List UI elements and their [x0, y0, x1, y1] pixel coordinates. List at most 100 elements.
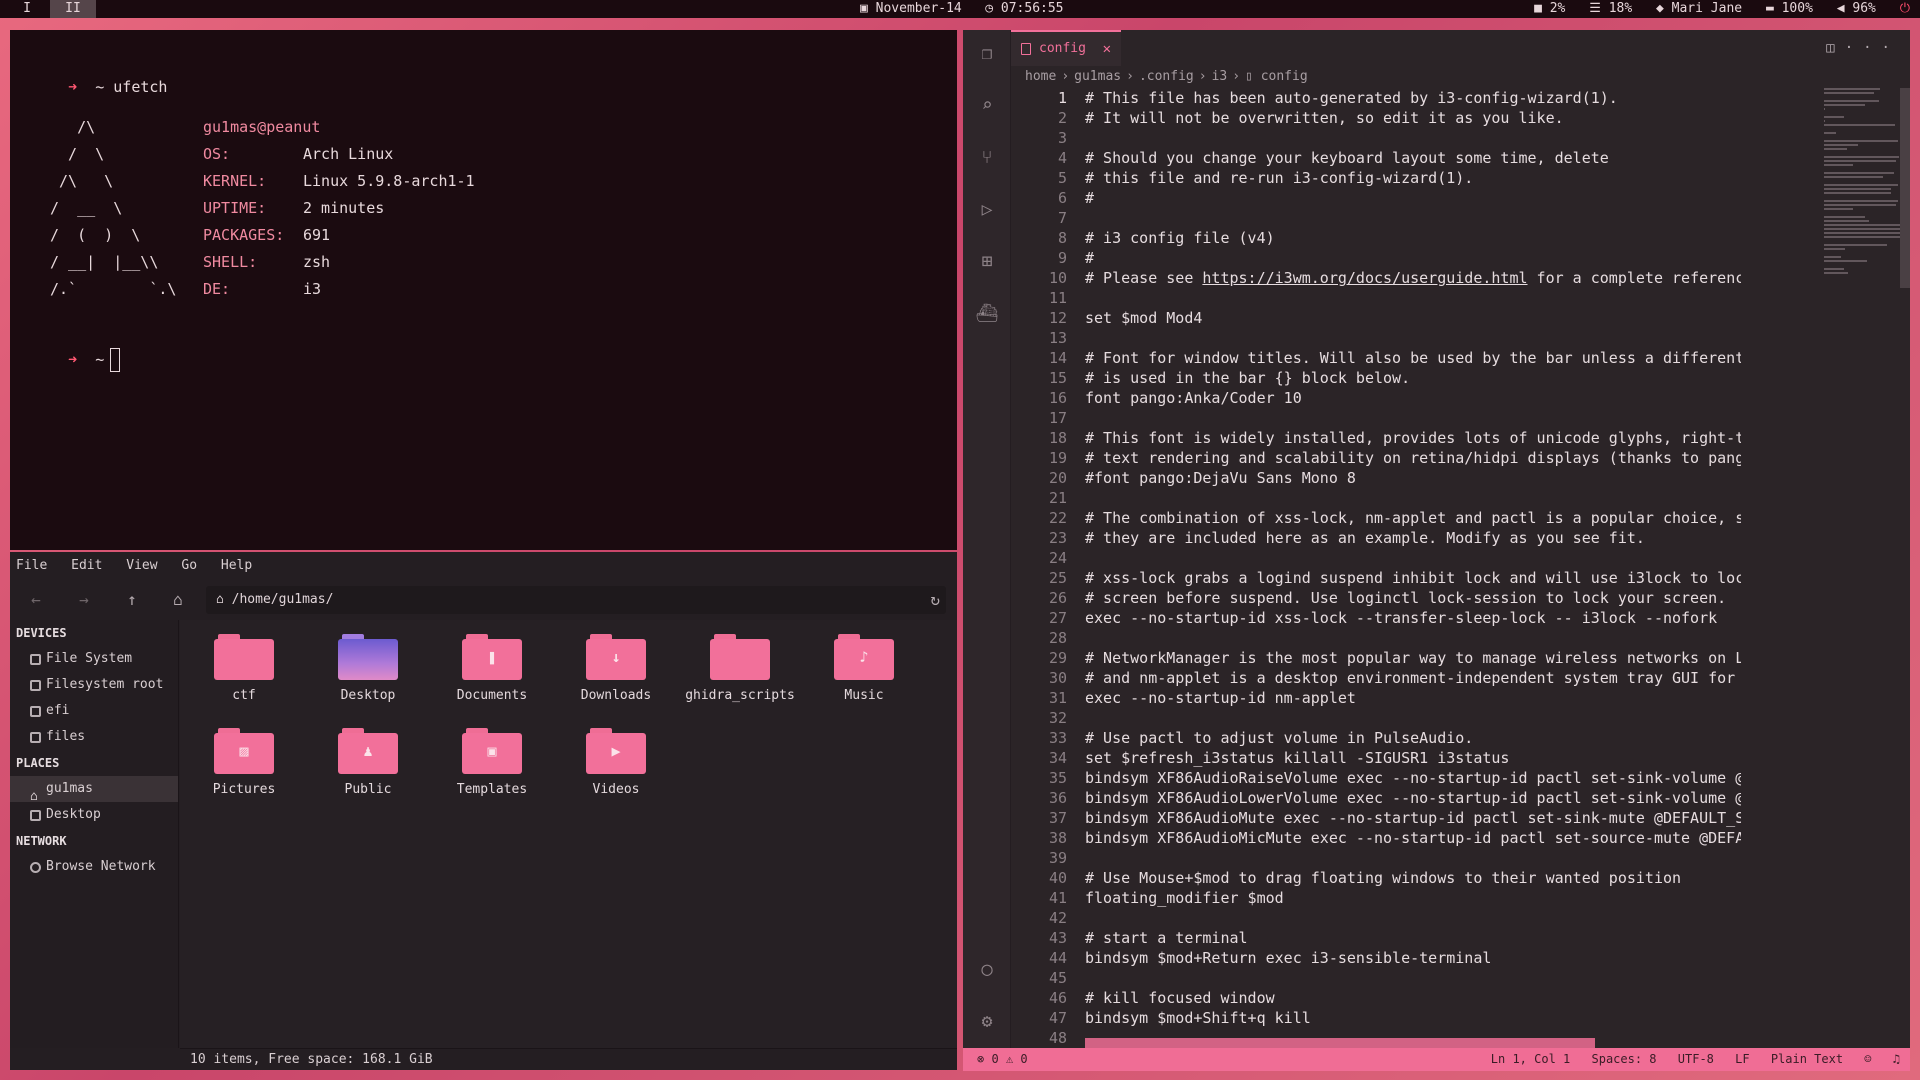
- code-line[interactable]: 8 # i3 config file (v4): [1011, 228, 1741, 248]
- code-line[interactable]: 38 bindsym XF86AudioMicMute exec --no-sta…: [1011, 828, 1741, 848]
- breadcrumb-item[interactable]: .config: [1139, 69, 1194, 84]
- workspace-1-button[interactable]: I: [4, 0, 50, 18]
- code-line[interactable]: 5 # this file and re-run i3-config-wizard…: [1011, 168, 1741, 188]
- search-icon[interactable]: ⌕: [975, 94, 999, 118]
- code-line[interactable]: 16 font pango:Anka/Coder 10: [1011, 388, 1741, 408]
- menu-help[interactable]: Help: [221, 558, 252, 573]
- code-line[interactable]: 18 # This font is widely installed, provi…: [1011, 428, 1741, 448]
- sidebar-item-home[interactable]: ⌂ gu1mas: [10, 776, 178, 804]
- terminal-window[interactable]: ➜ ~ ufetch /\ / \ /\ \ / __ \ / ( ) \ / …: [10, 30, 957, 550]
- code-line[interactable]: 25 # xss-lock grabs a logind suspend inhi…: [1011, 568, 1741, 588]
- code-line[interactable]: 22 # The combination of xss-lock, nm-appl…: [1011, 508, 1741, 528]
- code-line[interactable]: 7: [1011, 208, 1741, 228]
- code-line[interactable]: 10 # Please see https://i3wm.org/docs/use…: [1011, 268, 1741, 288]
- code-line[interactable]: 32: [1011, 708, 1741, 728]
- tab-config[interactable]: config ✕: [1011, 30, 1121, 66]
- source-control-icon[interactable]: ⑂: [975, 146, 999, 170]
- run-debug-icon[interactable]: ▷: [975, 198, 999, 222]
- code-line[interactable]: 33 # Use pactl to adjust volume in PulseA…: [1011, 728, 1741, 748]
- code-line[interactable]: 11: [1011, 288, 1741, 308]
- encoding[interactable]: UTF-8: [1678, 1052, 1714, 1066]
- code-line[interactable]: 4 # Should you change your keyboard layou…: [1011, 148, 1741, 168]
- breadcrumb-item[interactable]: gu1mas: [1074, 69, 1121, 84]
- split-editor-icon[interactable]: ◫: [1826, 40, 1844, 56]
- code-line[interactable]: 6 #: [1011, 188, 1741, 208]
- folder-item-videos[interactable]: ▶ Videos: [561, 728, 671, 797]
- code-line[interactable]: 27 exec --no-startup-id xss-lock --transf…: [1011, 608, 1741, 628]
- code-line[interactable]: 26 # screen before suspend. Use loginctl …: [1011, 588, 1741, 608]
- close-icon[interactable]: ✕: [1103, 32, 1111, 66]
- code-line[interactable]: 40 # Use Mouse+$mod to drag floating wind…: [1011, 868, 1741, 888]
- docker-icon[interactable]: ⛴: [975, 302, 999, 326]
- code-line[interactable]: 45: [1011, 968, 1741, 988]
- code-line[interactable]: 44 bindsym $mod+Return exec i3-sensible-t…: [1011, 948, 1741, 968]
- feedback-icon[interactable]: ☺: [1864, 1052, 1871, 1066]
- code-line[interactable]: 30 # and nm-applet is a desktop environme…: [1011, 668, 1741, 688]
- power-icon[interactable]: ⏻: [1900, 0, 1910, 18]
- code-line[interactable]: 23 # they are included here as an example…: [1011, 528, 1741, 548]
- code-line[interactable]: 36 bindsym XF86AudioLowerVolume exec --no…: [1011, 788, 1741, 808]
- cursor-position[interactable]: Ln 1, Col 1: [1491, 1052, 1570, 1066]
- code-line[interactable]: 1 # This file has been auto-generated by …: [1011, 88, 1741, 108]
- sidebar-item-desktop[interactable]: Desktop: [10, 802, 178, 828]
- doc-link[interactable]: https://i3wm.org/docs/userguide.html: [1202, 269, 1527, 287]
- extensions-icon[interactable]: ⊞: [975, 250, 999, 274]
- minimap[interactable]: [1810, 88, 1910, 1048]
- breadcrumb-item[interactable]: i3: [1212, 69, 1228, 84]
- code-line[interactable]: 3: [1011, 128, 1741, 148]
- folder-item-music[interactable]: ♪ Music: [809, 634, 919, 703]
- home-icon[interactable]: ⌂: [166, 588, 190, 612]
- indentation[interactable]: Spaces: 8: [1592, 1052, 1657, 1066]
- code-line[interactable]: 28: [1011, 628, 1741, 648]
- horizontal-scrollbar[interactable]: [1085, 1038, 1595, 1048]
- folder-item-pictures[interactable]: ▨ Pictures: [189, 728, 299, 797]
- more-actions-icon[interactable]: ···: [1845, 40, 1900, 56]
- location-bar[interactable]: ⌂ /home/gu1mas/ ↻: [206, 586, 946, 614]
- code-line[interactable]: 13: [1011, 328, 1741, 348]
- code-line[interactable]: 41 floating_modifier $mod: [1011, 888, 1741, 908]
- workspace-2-button[interactable]: II: [50, 0, 96, 18]
- line-ending[interactable]: LF: [1735, 1052, 1749, 1066]
- sidebar-item-browse-network[interactable]: Browse Network: [10, 854, 178, 880]
- vertical-scrollbar[interactable]: [1900, 88, 1910, 288]
- code-line[interactable]: 31 exec --no-startup-id nm-applet: [1011, 688, 1741, 708]
- code-line[interactable]: 21: [1011, 488, 1741, 508]
- code-line[interactable]: 17: [1011, 408, 1741, 428]
- menu-view[interactable]: View: [126, 558, 157, 573]
- sidebar-item-filesystem-root[interactable]: Filesystem root: [10, 672, 178, 698]
- refresh-icon[interactable]: ↻: [930, 586, 940, 614]
- code-line[interactable]: 37 bindsym XF86AudioMute exec --no-startu…: [1011, 808, 1741, 828]
- language-mode[interactable]: Plain Text: [1771, 1052, 1843, 1066]
- sidebar-item-file-system[interactable]: File System: [10, 646, 178, 672]
- menu-edit[interactable]: Edit: [71, 558, 102, 573]
- folder-item-public[interactable]: ♟ Public: [313, 728, 423, 797]
- code-line[interactable]: 24: [1011, 548, 1741, 568]
- folder-item-downloads[interactable]: ↓ Downloads: [561, 634, 671, 703]
- code-line[interactable]: 20 #font pango:DejaVu Sans Mono 8: [1011, 468, 1741, 488]
- gear-icon[interactable]: ⚙: [975, 1010, 999, 1034]
- breadcrumb-item[interactable]: home: [1025, 69, 1056, 84]
- sidebar-item-efi[interactable]: efi: [10, 698, 178, 724]
- code-line[interactable]: 15 # is used in the bar {} block below.: [1011, 368, 1741, 388]
- up-arrow-icon[interactable]: ↑: [120, 588, 144, 612]
- code-line[interactable]: 43 # start a terminal: [1011, 928, 1741, 948]
- problems-indicator[interactable]: ⊗ 0 ⚠ 0: [977, 1048, 1028, 1071]
- forward-arrow-icon[interactable]: →: [72, 588, 96, 612]
- code-line[interactable]: 2 # It will not be overwritten, so edit i…: [1011, 108, 1741, 128]
- folder-item-ghidra-scripts[interactable]: ghidra_scripts: [685, 634, 795, 703]
- code-line[interactable]: 35 bindsym XF86AudioRaiseVolume exec --no…: [1011, 768, 1741, 788]
- menu-go[interactable]: Go: [181, 558, 197, 573]
- code-line[interactable]: 9 #: [1011, 248, 1741, 268]
- code-line[interactable]: 47 bindsym $mod+Shift+q kill: [1011, 1008, 1741, 1028]
- back-arrow-icon[interactable]: ←: [24, 588, 48, 612]
- code-line[interactable]: 34 set $refresh_i3status killall -SIGUSR1…: [1011, 748, 1741, 768]
- code-line[interactable]: 12 set $mod Mod4: [1011, 308, 1741, 328]
- folder-item-documents[interactable]: ❚ Documents: [437, 634, 547, 703]
- code-area[interactable]: 1 # This file has been auto-generated by …: [1011, 88, 1741, 1048]
- bell-icon[interactable]: ♫: [1893, 1052, 1900, 1066]
- code-line[interactable]: 46 # kill focused window: [1011, 988, 1741, 1008]
- code-line[interactable]: 42: [1011, 908, 1741, 928]
- folder-item-templates[interactable]: ▣ Templates: [437, 728, 547, 797]
- code-line[interactable]: 39: [1011, 848, 1741, 868]
- terminal-prompt-line[interactable]: ➜ ~: [32, 330, 121, 390]
